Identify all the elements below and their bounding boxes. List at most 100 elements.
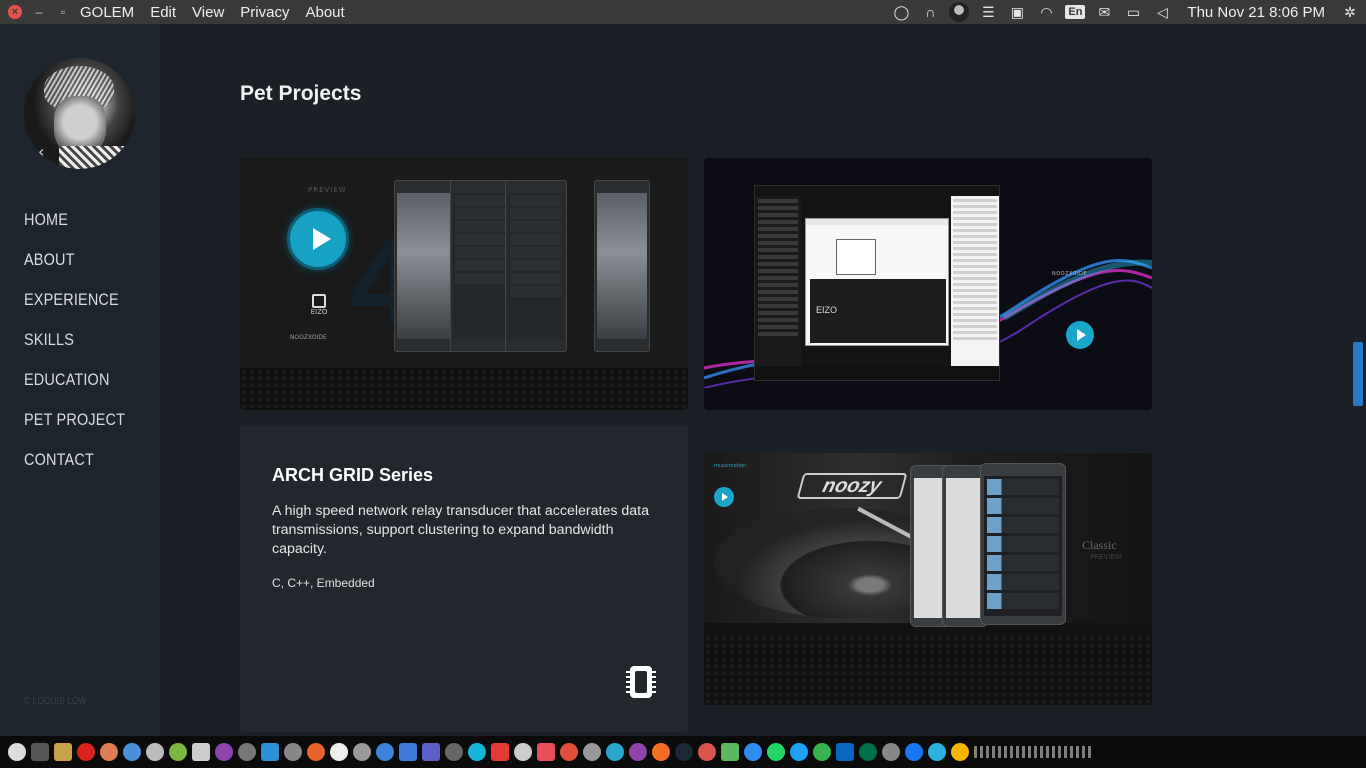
- chevron-left-icon[interactable]: ‹: [38, 142, 44, 161]
- clipboard-icon[interactable]: ▣: [1007, 3, 1027, 21]
- nav-home[interactable]: HOME: [24, 210, 125, 250]
- main-content: Pet Projects 44 PREVIEW EIZO NOOZXOIDE: [160, 24, 1352, 736]
- messenger-icon[interactable]: [744, 743, 762, 761]
- app-icon[interactable]: [491, 743, 509, 761]
- play-icon[interactable]: [468, 743, 486, 761]
- project-card-desktop-player[interactable]: EIZO NOOZXOIDE: [704, 158, 1152, 410]
- files-icon[interactable]: [54, 743, 72, 761]
- trello-icon[interactable]: [399, 743, 417, 761]
- app-icon[interactable]: [813, 743, 831, 761]
- facebook-icon[interactable]: [905, 743, 923, 761]
- wifi-icon[interactable]: ◠: [1036, 3, 1056, 21]
- classic-label: Classic: [1082, 538, 1117, 552]
- hex-pattern: [240, 368, 688, 410]
- app-list: [951, 196, 999, 366]
- opera-icon[interactable]: [77, 743, 95, 761]
- app-icon[interactable]: [606, 743, 624, 761]
- app-icon[interactable]: [307, 743, 325, 761]
- notes-icon[interactable]: ☰: [978, 3, 998, 21]
- top-menu-bar: × – ▫ GOLEM Edit View Privacy About ◯ ∩ …: [0, 0, 1366, 24]
- app-icon[interactable]: [951, 743, 969, 761]
- android-icon[interactable]: [169, 743, 187, 761]
- chrome-icon[interactable]: [123, 743, 141, 761]
- project-tech: C, C++, Embedded: [272, 576, 375, 590]
- restore-icon[interactable]: ▫: [56, 5, 70, 19]
- app-icon[interactable]: [215, 743, 233, 761]
- keyboard-layout[interactable]: En: [1065, 3, 1086, 21]
- lang-badge: En: [1065, 5, 1086, 19]
- twitter-icon[interactable]: [790, 743, 808, 761]
- nav-education[interactable]: EDUCATION: [24, 370, 125, 410]
- phone-screenshot: [980, 463, 1066, 625]
- app-icon[interactable]: [376, 743, 394, 761]
- project-card-eizo-android[interactable]: 44 PREVIEW EIZO NOOZXOIDE: [240, 158, 688, 410]
- phone-screenshot: [394, 180, 456, 352]
- app-icon[interactable]: [583, 743, 601, 761]
- window-controls: × – ▫: [0, 5, 78, 19]
- minimize-icon[interactable]: –: [32, 5, 46, 19]
- phone-screen: [453, 193, 509, 339]
- app-menu: GOLEM Edit View Privacy About: [78, 4, 347, 21]
- app-icon[interactable]: [238, 743, 256, 761]
- nav-experience[interactable]: EXPERIENCE: [24, 290, 125, 330]
- phone-screenshot: [505, 180, 567, 352]
- nav-skills[interactable]: SKILLS: [24, 330, 125, 370]
- app-icon[interactable]: [8, 743, 26, 761]
- nav-about[interactable]: ABOUT: [24, 250, 125, 290]
- app-icon[interactable]: [353, 743, 371, 761]
- app-icon[interactable]: [422, 743, 440, 761]
- battery-icon[interactable]: ▭: [1123, 3, 1143, 21]
- gear-icon[interactable]: ✲: [1340, 3, 1360, 21]
- wordpress-icon[interactable]: [882, 743, 900, 761]
- box-icon[interactable]: [261, 743, 279, 761]
- app-icon[interactable]: [721, 743, 739, 761]
- app-icon[interactable]: [698, 743, 716, 761]
- user-avatar-tray[interactable]: [949, 2, 970, 22]
- project-card-noozy[interactable]: musicmotion noozy Classic PREVIEW: [704, 453, 1152, 705]
- volume-icon[interactable]: ◁: [1152, 3, 1172, 21]
- app-icon[interactable]: [100, 743, 118, 761]
- hex-pattern: [704, 635, 1152, 705]
- close-icon[interactable]: ×: [8, 5, 22, 19]
- play-icon[interactable]: [1066, 321, 1094, 349]
- phone-screen: [508, 193, 564, 339]
- sidebar-nav: HOME ABOUT EXPERIENCE SKILLS EDUCATION P…: [24, 210, 143, 490]
- nav-pet-project[interactable]: PET PROJECT: [24, 410, 125, 450]
- menu-edit[interactable]: Edit: [148, 4, 178, 21]
- overflow-dots: [974, 746, 1094, 758]
- soundcloud-icon[interactable]: [652, 743, 670, 761]
- menu-about[interactable]: About: [303, 4, 346, 21]
- phone-screen: [984, 476, 1062, 616]
- copyright: © LOOUIS LOW: [24, 696, 87, 707]
- app-icon[interactable]: [514, 743, 532, 761]
- whatsapp-icon[interactable]: [767, 743, 785, 761]
- avatar-shirt: [59, 146, 135, 169]
- nav-contact[interactable]: CONTACT: [24, 450, 125, 490]
- pocket-icon[interactable]: [537, 743, 555, 761]
- clock[interactable]: Thu Nov 21 8:06 PM: [1181, 4, 1331, 21]
- lightbulb-icon[interactable]: ◯: [891, 3, 911, 21]
- play-icon[interactable]: [287, 208, 349, 270]
- avatar-icon: [949, 2, 970, 22]
- terminal-icon[interactable]: [31, 743, 49, 761]
- project-card-arch-grid[interactable]: ARCH GRID Series A high speed network re…: [240, 426, 688, 732]
- menu-privacy[interactable]: Privacy: [238, 4, 291, 21]
- linkedin-icon[interactable]: [836, 743, 854, 761]
- starbucks-icon[interactable]: [859, 743, 877, 761]
- editor-icon[interactable]: [192, 743, 210, 761]
- app-icon[interactable]: [560, 743, 578, 761]
- eizo-text: EIZO: [816, 305, 838, 315]
- headphones-icon[interactable]: ∩: [920, 3, 940, 21]
- twitch-icon[interactable]: [629, 743, 647, 761]
- github-icon[interactable]: [330, 743, 348, 761]
- app-icon[interactable]: [928, 743, 946, 761]
- mail-icon[interactable]: ✉: [1094, 3, 1114, 21]
- app-icon[interactable]: [284, 743, 302, 761]
- menu-view[interactable]: View: [190, 4, 226, 21]
- scrollbar-thumb[interactable]: [1353, 342, 1363, 406]
- app-icon[interactable]: [445, 743, 463, 761]
- steam-icon[interactable]: [675, 743, 693, 761]
- play-icon[interactable]: [714, 487, 734, 507]
- brand-label: musicmotion: [714, 463, 747, 469]
- headphones-icon[interactable]: [146, 743, 164, 761]
